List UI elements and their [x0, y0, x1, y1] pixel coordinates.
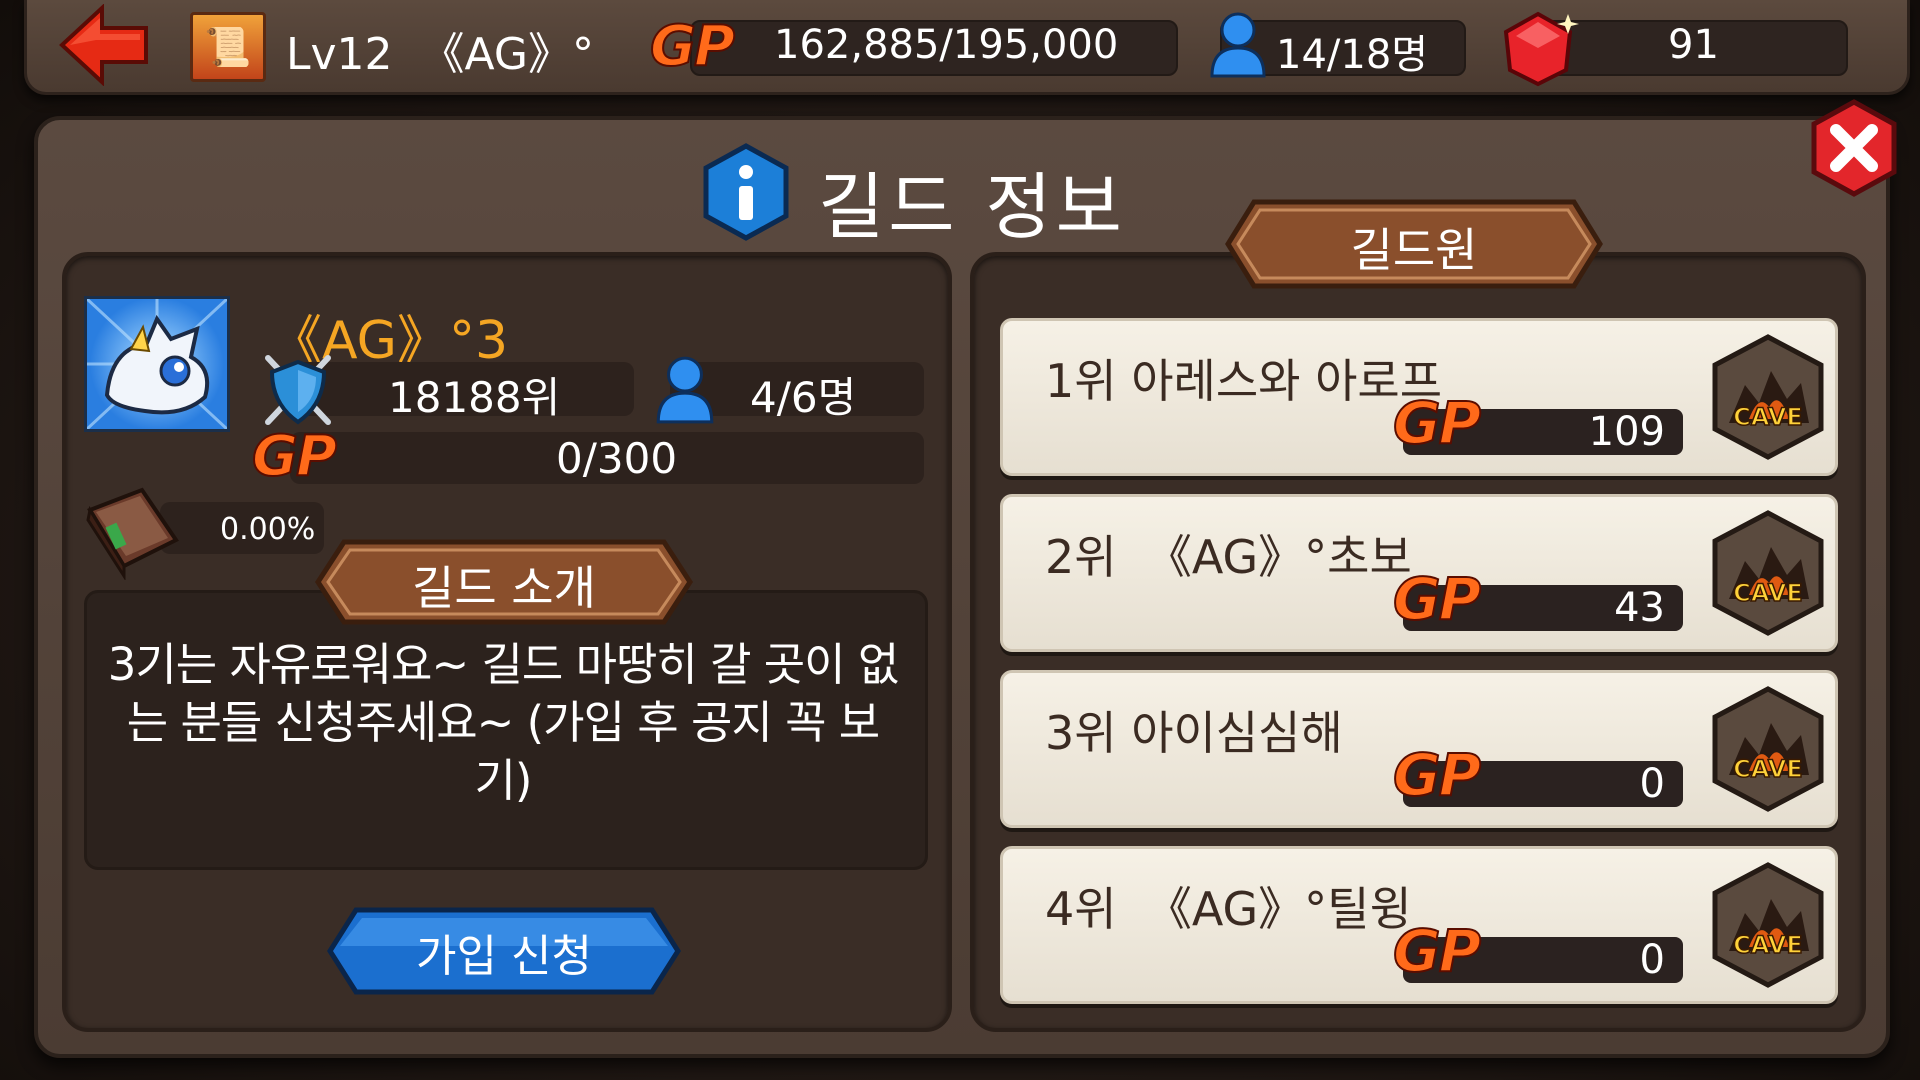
guild-member-count: 4/6명	[750, 373, 857, 422]
guild-emblem	[84, 296, 230, 432]
cave-badge-icon[interactable]: CAVE	[1709, 685, 1827, 813]
member-gp-value: 0	[1639, 761, 1665, 807]
member-gp-value: 109	[1588, 409, 1665, 455]
guild-intro-text: 3기는 자유로워요~ 길드 마땅히 갈 곳이 없는 분들 신청주세요~ (가입 …	[107, 638, 900, 807]
member-row[interactable]: 3위 아이심심해 0 GP CAVE	[1000, 670, 1838, 828]
member-gp-value: 0	[1639, 937, 1665, 983]
gp-icon: GP	[1392, 388, 1482, 458]
level-label: Lv12	[286, 29, 393, 80]
gp-icon: GP	[251, 423, 338, 490]
guild-intro-tab-label: 길드 소개	[412, 561, 596, 615]
member-row[interactable]: 4위 《AG》°틸윙 0 GP CAVE	[1000, 846, 1838, 1004]
member-name: 4위 《AG》°틸윙	[1045, 882, 1412, 936]
gem-count: 91	[1668, 22, 1719, 68]
gp-icon: GP	[1392, 916, 1482, 986]
guild-rank: 18188위	[388, 373, 561, 422]
member-name: 1위 아레스와 아로프	[1045, 354, 1443, 408]
member-name: 3위 아이심심해	[1045, 706, 1343, 760]
player-name: 《AG》°	[420, 29, 594, 80]
cave-badge-icon[interactable]: CAVE	[1709, 509, 1827, 637]
gp-progress-value: 162,885/195,000	[774, 22, 1119, 68]
member-name: 2위 《AG》°초보	[1045, 530, 1412, 584]
cave-badge-label: CAVE	[1733, 579, 1803, 607]
member-gp-value: 43	[1614, 585, 1665, 631]
info-icon	[703, 143, 789, 241]
shield-sword-icon	[265, 355, 331, 425]
dialog-title: 길드 정보	[818, 165, 1126, 249]
cave-badge-icon[interactable]: CAVE	[1709, 861, 1827, 989]
person-icon	[656, 356, 714, 424]
player-level: Lv12 《AG》°	[286, 18, 594, 82]
level-scroll-icon: 📜	[190, 12, 266, 82]
gp-icon: GP	[1392, 564, 1482, 634]
gp-icon: GP	[1392, 740, 1482, 810]
member-row[interactable]: 1위 아레스와 아로프 109 GP CAVE	[1000, 318, 1838, 476]
book-icon	[86, 487, 179, 580]
gp-icon: GP	[649, 13, 736, 80]
cave-badge-label: CAVE	[1733, 403, 1803, 431]
guild-gp-value: 0/300	[556, 434, 678, 483]
member-count: 14/18명	[1276, 32, 1429, 78]
member-row[interactable]: 2위 《AG》°초보 43 GP CAVE	[1000, 494, 1838, 652]
person-icon	[1210, 12, 1266, 78]
red-gem-icon	[1503, 11, 1579, 87]
cave-badge-icon[interactable]: CAVE	[1709, 333, 1827, 461]
guild-members-tab-label: 길드원	[1350, 223, 1478, 277]
close-icon[interactable]	[1806, 98, 1902, 198]
cave-badge-label: CAVE	[1733, 931, 1803, 959]
dragon-emblem-icon	[85, 297, 229, 431]
join-request-label: 가입 신청	[416, 931, 592, 982]
guild-exp-percent: 0.00%	[220, 512, 316, 547]
back-arrow-icon[interactable]	[56, 4, 152, 86]
cave-badge-label: CAVE	[1733, 755, 1803, 783]
